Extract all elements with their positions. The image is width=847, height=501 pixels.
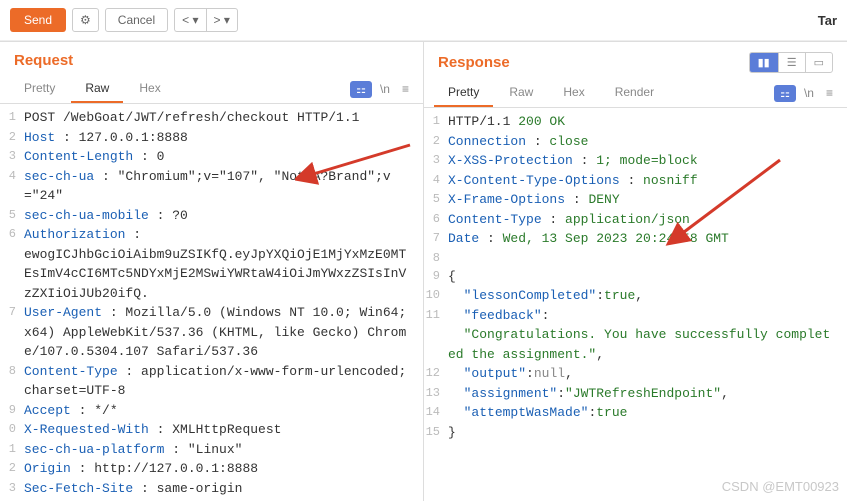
chevron-left-icon: < bbox=[182, 13, 189, 27]
watermark: CSDN @EMT00923 bbox=[722, 479, 839, 494]
tab-hex[interactable]: Hex bbox=[125, 75, 174, 103]
actions-icon[interactable]: ⚏ bbox=[350, 81, 372, 98]
newline-toggle[interactable]: \n bbox=[376, 80, 394, 98]
actions-icon[interactable]: ⚏ bbox=[774, 85, 796, 102]
gear-icon: ⚙ bbox=[80, 13, 91, 27]
tab-raw[interactable]: Raw bbox=[495, 79, 547, 107]
tab-render[interactable]: Render bbox=[601, 79, 668, 107]
chevron-right-icon: > bbox=[214, 13, 221, 27]
cancel-button[interactable]: Cancel bbox=[105, 8, 168, 32]
tab-raw[interactable]: Raw bbox=[71, 75, 123, 103]
gear-button[interactable]: ⚙ bbox=[72, 8, 99, 32]
view-toggle: ▮▮ ☰ ▭ bbox=[749, 52, 833, 73]
prev-button[interactable]: < ▾ bbox=[174, 8, 205, 32]
request-panel: Request Pretty Raw Hex ⚏ \n ≡ 1POST /Web… bbox=[0, 41, 424, 501]
request-title: Request bbox=[14, 52, 73, 69]
menu-icon[interactable]: ≡ bbox=[398, 80, 413, 98]
tab-pretty[interactable]: Pretty bbox=[10, 75, 69, 103]
view-rows[interactable]: ☰ bbox=[779, 53, 806, 72]
response-body[interactable]: 1HTTP/1.1 200 OK2Connection : close3X-XS… bbox=[424, 108, 847, 501]
newline-toggle[interactable]: \n bbox=[800, 84, 818, 102]
view-columns[interactable]: ▮▮ bbox=[750, 53, 779, 72]
response-title: Response bbox=[438, 54, 510, 71]
view-single[interactable]: ▭ bbox=[806, 53, 832, 72]
target-label: Tar bbox=[818, 13, 837, 28]
response-tabs: Pretty Raw Hex Render ⚏ \n ≡ bbox=[424, 79, 847, 108]
next-button[interactable]: > ▾ bbox=[206, 8, 238, 32]
tab-hex[interactable]: Hex bbox=[549, 79, 598, 107]
request-body[interactable]: 1POST /WebGoat/JWT/refresh/checkout HTTP… bbox=[0, 104, 423, 501]
request-tabs: Pretty Raw Hex ⚏ \n ≡ bbox=[0, 75, 423, 104]
response-panel: Response ▮▮ ☰ ▭ Pretty Raw Hex Render ⚏ … bbox=[424, 41, 847, 501]
nav-group: < ▾ > ▾ bbox=[174, 8, 238, 32]
menu-icon[interactable]: ≡ bbox=[822, 84, 837, 102]
toolbar: Send ⚙ Cancel < ▾ > ▾ Tar bbox=[0, 0, 847, 41]
send-button[interactable]: Send bbox=[10, 8, 66, 32]
tab-pretty[interactable]: Pretty bbox=[434, 79, 493, 107]
